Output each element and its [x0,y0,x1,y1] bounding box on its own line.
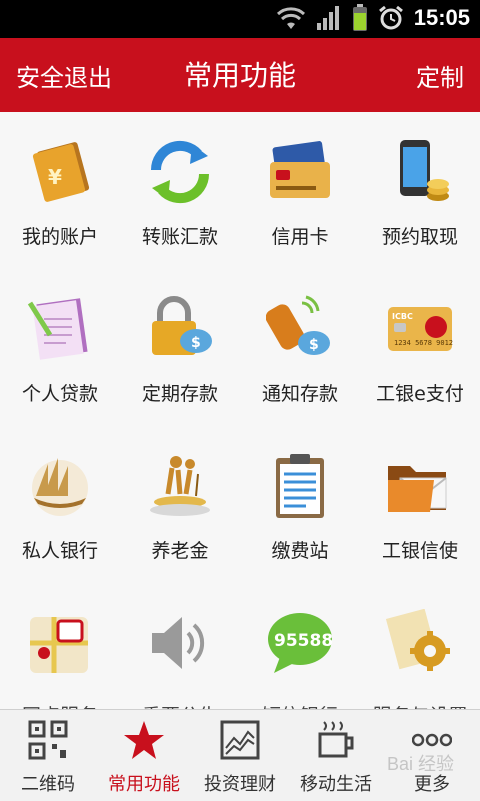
grid-item-label: 养老金 [151,540,209,562]
customize-button[interactable]: 定制 [416,58,464,93]
grid-item-notice-deposit[interactable]: $ 通知存款 [240,269,360,429]
battery-icon [352,4,367,31]
sms-95588-icon: 95588 [268,613,333,673]
grid-item-credit-card[interactable]: 信用卡 [240,112,360,272]
grid-item-label: 工银e支付 [376,383,464,405]
status-bar: 15:05 [0,0,480,38]
grid-item-announcement[interactable]: 重要公告 [120,583,240,709]
function-grid: ¥ 我的账户 转账汇款 信用卡 预约取现 个人贷款 $ 定期存款 $ 通知存款 … [0,112,480,709]
clipboard-icon [276,454,324,518]
lock-piggybank-icon: $ [152,296,212,355]
card-brand-text: ICBC [392,312,413,321]
grid-item-label: 私人银行 [21,540,98,562]
grid-item-label: 预约取现 [381,226,458,248]
credit-card-icon [270,141,330,198]
alarm-icon [378,5,403,30]
speaker-icon [152,617,205,669]
grid-item-label: 转账汇款 [141,226,218,248]
svg-text:$: $ [309,337,319,353]
grid-item-label: 短信银行 [240,701,360,709]
grid-item-appointment-withdrawal[interactable]: 预约取现 [360,112,480,272]
sms-number-text: 95588 [274,631,333,651]
grid-item-fixed-deposit[interactable]: $ 定期存款 [120,269,240,429]
grid-item-private-banking[interactable]: 私人银行 [0,426,120,586]
grid-item-payment-station[interactable]: 缴费站 [240,426,360,586]
account-book-icon: ¥ [32,142,90,202]
grid-item-label: 工银信使 [381,540,458,562]
phone-piggybank-icon: $ [266,295,330,355]
grid-item-label: 网点服务 [0,701,120,709]
tab-qr-code[interactable]: 二维码 [0,710,96,801]
sailboat-icon [32,458,88,516]
svg-text:1234 5678 9012: 1234 5678 9012 [394,339,453,347]
icbc-card-icon: ICBC 1234 5678 9012 [388,307,453,351]
mail-folder-icon [388,466,447,512]
star-icon [124,721,164,759]
loan-document-icon [27,298,88,360]
grid-item-pension[interactable]: 养老金 [120,426,240,586]
grid-item-label: 缴费站 [271,540,329,562]
grid-item-label: 个人贷款 [21,383,98,405]
svg-text:¥: ¥ [48,165,62,189]
grid-item-personal-loan[interactable]: 个人贷款 [0,269,120,429]
tab-common-functions[interactable]: 常用功能 [96,710,192,801]
page-title: 常用功能 [183,59,296,92]
elderly-trophy-icon [150,456,210,516]
tab-label: 移动生活 [300,774,372,795]
tab-investment[interactable]: 投资理财 [192,710,288,801]
status-icons: 15:05 [276,4,470,32]
grid-item-transfer[interactable]: 转账汇款 [120,112,240,272]
tab-label: 投资理财 [204,774,276,795]
transfer-arrows-icon [150,140,210,204]
grid-item-sms-banking[interactable]: 95588 短信银行 [240,583,360,709]
tab-label: 二维码 [21,774,75,795]
grid-item-branch-service[interactable]: 网点服务 [0,583,120,709]
grid-item-label: 定期存款 [141,383,218,405]
grid-item-label: 重要公告 [120,701,240,709]
app-header: 安全退出 常用功能 定制 [0,38,480,112]
grid-item-service-settings[interactable]: 服务与设置 [360,583,480,709]
watermark: Bai 经验 [386,754,454,774]
phone-coins-icon [400,140,449,201]
grid-item-label: 服务与设置 [360,701,480,709]
tab-mobile-life[interactable]: 移动生活 [288,710,384,801]
gear-settings-icon [386,609,450,671]
grid-item-icbc-messenger[interactable]: 工银信使 [360,426,480,586]
grid-item-icbc-epay[interactable]: ICBC 1234 5678 9012 工银e支付 [360,269,480,429]
status-time: 15:05 [413,5,470,30]
coffee-cup-icon [318,721,354,758]
chart-icon [220,720,260,760]
grid-item-label: 信用卡 [271,226,329,248]
grid-item-label: 我的账户 [21,226,98,248]
svg-text:$: $ [191,335,201,351]
grid-item-my-account[interactable]: ¥ 我的账户 [0,112,120,272]
tab-label: 常用功能 [108,774,180,795]
grid-item-label: 通知存款 [261,383,338,405]
signal-icon [316,6,339,30]
qr-code-icon [28,720,68,760]
wifi-icon [276,7,305,29]
map-pin-icon [30,617,88,673]
